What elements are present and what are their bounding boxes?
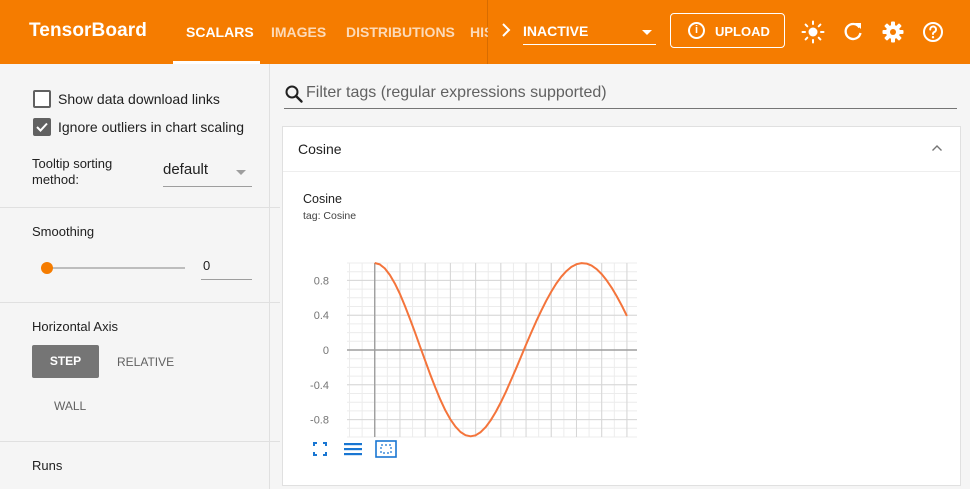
tab-images[interactable]: IMAGES <box>271 24 326 40</box>
check-icon <box>36 122 48 132</box>
ignore-outliers-checkbox[interactable] <box>33 118 51 136</box>
smoothing-label: Smoothing <box>32 224 95 239</box>
toggle-log-icon[interactable] <box>344 443 362 456</box>
x-tick-label: 45 <box>596 442 608 443</box>
ignore-outliers-label: Ignore outliers in chart scaling <box>58 119 244 135</box>
main-content: Filter tags (regular expressions support… <box>270 64 970 489</box>
axis-wall-button[interactable]: WALL <box>54 399 86 413</box>
scalar-chart[interactable]: 051015202530354045500.80.40-0.4-0.8 <box>303 223 643 443</box>
show-download-links-checkbox[interactable] <box>33 90 51 108</box>
refresh-icon[interactable] <box>841 20 865 44</box>
info-icon: i <box>688 22 705 39</box>
x-tick-label: 20 <box>469 442 481 443</box>
chevron-down-icon <box>236 170 246 175</box>
toggle-y-axis-icon[interactable] <box>375 440 397 458</box>
search-icon <box>285 85 303 103</box>
chart-title: Cosine <box>303 192 342 206</box>
axis-relative-button[interactable]: RELATIVE <box>117 355 174 369</box>
horizontal-axis-label: Horizontal Axis <box>32 319 118 334</box>
x-tick-label: 40 <box>570 442 582 443</box>
card-title: Cosine <box>298 141 342 157</box>
tab-distributions[interactable]: DISTRIBUTIONS <box>346 24 455 40</box>
app-title: TensorBoard <box>29 20 147 41</box>
chevron-up-icon[interactable] <box>931 142 943 154</box>
tag-filter-input[interactable]: Filter tags (regular expressions support… <box>284 79 957 109</box>
help-icon[interactable] <box>921 20 945 44</box>
runs-label: Runs <box>32 458 63 473</box>
tooltip-sorting-value: default <box>163 161 209 178</box>
y-tick-label: 0.8 <box>314 275 329 287</box>
toolbar-divider <box>487 0 488 64</box>
chart-subtitle: tag: Cosine <box>303 210 357 222</box>
y-tick-label: -0.4 <box>310 380 329 392</box>
y-tick-label: 0.4 <box>314 310 329 322</box>
brightness-icon[interactable] <box>801 20 825 44</box>
section-divider <box>0 207 280 208</box>
tab-scalars[interactable]: SCALARS <box>186 24 254 40</box>
settings-sidebar: Show data download links Ignore outliers… <box>0 64 280 489</box>
tab-histograms[interactable]: HISTOGRAMS <box>470 24 488 40</box>
x-tick-label: 25 <box>495 442 507 443</box>
x-tick-label: 15 <box>444 442 456 443</box>
upload-button[interactable]: i UPLOAD <box>670 13 785 48</box>
tabs-scroll-right-icon[interactable] <box>500 22 512 43</box>
x-tick-label: 30 <box>520 442 532 443</box>
axis-step-button[interactable]: STEP <box>32 345 99 378</box>
tag-card: Cosine Cosine tag: Cosine 05101520253035… <box>282 126 961 486</box>
smoothing-slider-track[interactable] <box>46 267 185 269</box>
chart-toolbar <box>313 440 397 458</box>
top-app-bar: TensorBoard SCALARS IMAGES DISTRIBUTIONS… <box>0 0 970 64</box>
x-tick-label: 50 <box>621 442 633 443</box>
tooltip-sorting-label: Tooltip sorting <box>32 156 113 171</box>
y-tick-label: 0 <box>323 345 329 357</box>
smoothing-slider-knob[interactable] <box>41 262 53 274</box>
upload-label: UPLOAD <box>715 24 770 39</box>
tag-filter-placeholder: Filter tags (regular expressions support… <box>306 84 607 101</box>
show-download-links-label: Show data download links <box>58 91 220 107</box>
tooltip-sorting-select[interactable]: default <box>163 161 252 187</box>
gear-icon[interactable] <box>881 20 905 44</box>
fit-domain-icon[interactable] <box>313 442 327 456</box>
run-status-value: INACTIVE <box>523 23 589 39</box>
x-tick-label: 10 <box>419 442 431 443</box>
card-header[interactable]: Cosine <box>283 127 960 172</box>
section-divider <box>0 441 280 442</box>
x-tick-label: 35 <box>545 442 557 443</box>
chevron-down-icon <box>642 30 652 35</box>
section-divider <box>0 302 280 303</box>
smoothing-input[interactable]: 0 <box>201 254 252 280</box>
y-tick-label: -0.8 <box>310 415 329 427</box>
run-status-select[interactable]: INACTIVE <box>523 19 656 45</box>
tooltip-sorting-label-line2: method: <box>32 172 79 187</box>
tab-overflow-clip: HISTOGRAMS <box>470 0 488 64</box>
